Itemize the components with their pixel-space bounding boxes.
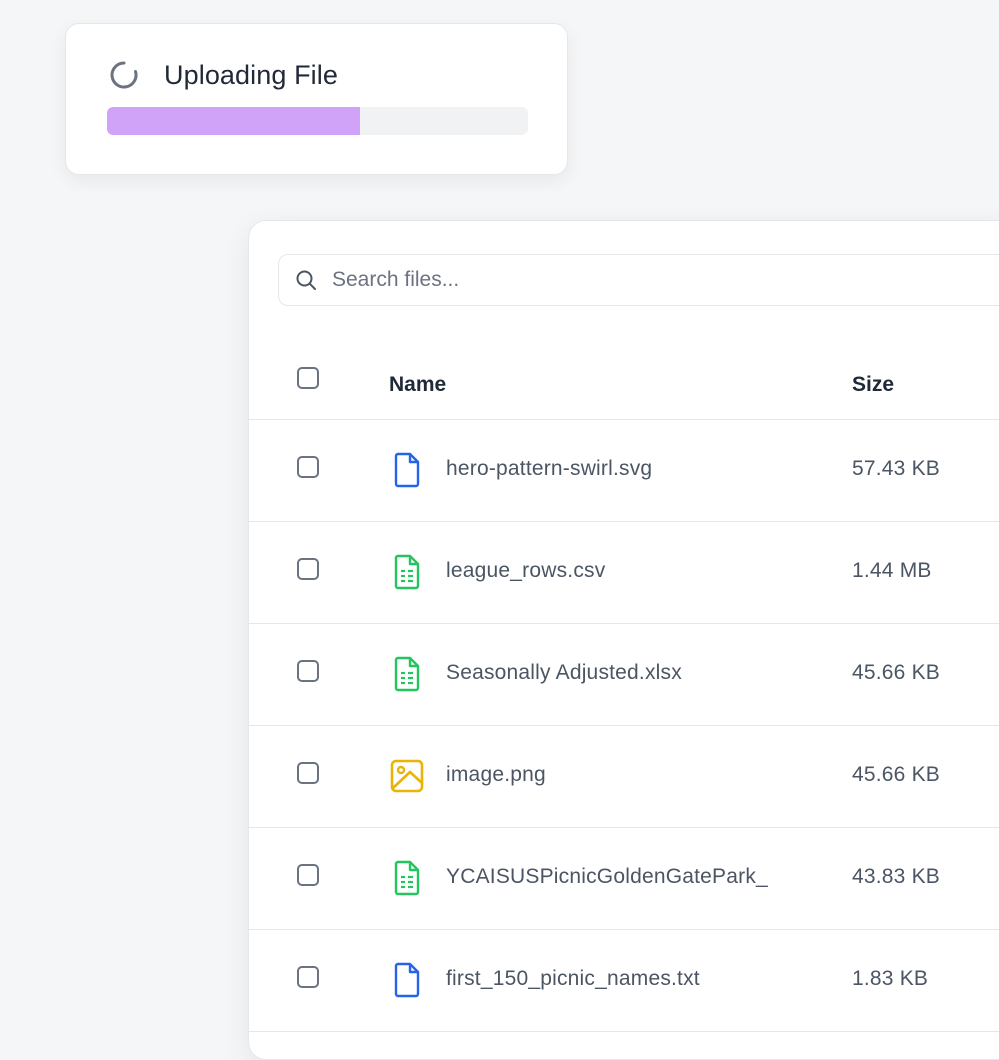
name-column-header[interactable]: Name <box>389 373 446 397</box>
search-bar[interactable] <box>278 254 999 306</box>
row-checkbox[interactable] <box>297 966 319 988</box>
upload-progress-bar <box>107 107 528 135</box>
file-name[interactable]: YCAISUSPicnicGoldenGatePark_ <box>446 865 768 889</box>
size-column-header[interactable]: Size <box>852 373 894 397</box>
spinner-icon <box>110 61 138 89</box>
document-icon <box>394 962 420 998</box>
file-name[interactable]: Seasonally Adjusted.xlsx <box>446 661 682 685</box>
file-name[interactable]: image.png <box>446 763 546 787</box>
document-icon <box>394 452 420 488</box>
file-size: 57.43 KB <box>852 457 940 480</box>
upload-title: Uploading File <box>164 59 338 90</box>
table-row[interactable]: Seasonally Adjusted.xlsx 45.66 KB <box>249 624 999 726</box>
spreadsheet-icon <box>394 656 420 692</box>
upload-progress-fill <box>107 107 360 135</box>
spreadsheet-icon <box>394 554 420 590</box>
table-header-row: Name Size <box>249 327 999 420</box>
table-row[interactable]: hero-pattern-swirl.svg 57.43 KB <box>249 420 999 522</box>
row-checkbox[interactable] <box>297 864 319 886</box>
search-input[interactable] <box>330 267 934 293</box>
file-size: 1.83 KB <box>852 967 929 990</box>
table-row[interactable]: league_rows.csv 1.44 MB <box>249 522 999 624</box>
file-name[interactable]: hero-pattern-swirl.svg <box>446 457 652 481</box>
file-size: 43.83 KB <box>852 865 940 888</box>
table-row[interactable]: YCAISUSPicnicGoldenGatePark_ 43.83 KB <box>249 828 999 930</box>
file-size: 45.66 KB <box>852 763 940 786</box>
image-icon <box>390 759 424 793</box>
files-table: Name Size hero-pattern-swirl.svg 57.43 K… <box>249 327 999 1032</box>
file-name[interactable]: league_rows.csv <box>446 559 605 583</box>
file-size: 1.44 MB <box>852 559 932 582</box>
files-panel: Name Size hero-pattern-swirl.svg 57.43 K… <box>248 220 999 1060</box>
file-name[interactable]: first_150_picnic_names.txt <box>446 967 700 991</box>
upload-progress-card: Uploading File <box>65 23 568 175</box>
upload-header: Uploading File <box>108 59 338 91</box>
row-checkbox[interactable] <box>297 660 319 682</box>
spreadsheet-icon <box>394 860 420 896</box>
select-all-checkbox[interactable] <box>297 367 319 389</box>
file-size: 45.66 KB <box>852 661 940 684</box>
search-icon <box>296 270 316 290</box>
table-row[interactable]: first_150_picnic_names.txt 1.83 KB <box>249 930 999 1032</box>
row-checkbox[interactable] <box>297 762 319 784</box>
table-row[interactable]: image.png 45.66 KB <box>249 726 999 828</box>
row-checkbox[interactable] <box>297 558 319 580</box>
row-checkbox[interactable] <box>297 456 319 478</box>
